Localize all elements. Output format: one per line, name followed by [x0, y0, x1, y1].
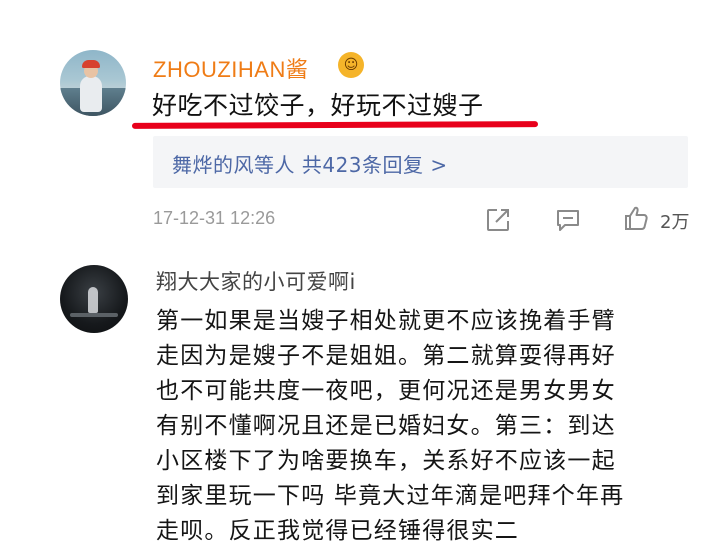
comment-text-line: 走因为是嫂子不是姐姐。第二就算耍得再好	[156, 343, 616, 369]
avatar[interactable]	[60, 265, 128, 333]
watermark-fade	[560, 520, 719, 558]
avatar[interactable]	[60, 50, 126, 116]
highlight-underline	[131, 121, 539, 129]
comment-text-line: 到家里玩一下吗 毕竟大过年滴是吧拜个年再	[156, 483, 625, 509]
comment-username[interactable]: ZHOUZIHAN酱	[153, 52, 308, 84]
comment-text-line: 有别不懂啊况且还是已婚妇女。第三：到达	[156, 413, 616, 439]
comment-text-line: 小区楼下了为啥要换车，关系好不应该一起	[156, 448, 616, 474]
comment-text: 好吃不过饺子，好玩不过嫂子	[152, 91, 484, 120]
replies-summary-link[interactable]: 舞烨的风等人 共423条回复 >	[172, 149, 448, 178]
comment-text-line: 也不可能共度一夜吧，更何况还是男女男女	[156, 378, 616, 404]
comment-icon[interactable]	[554, 206, 582, 234]
comment-text-line: 第一如果是当嫂子相处就更不应该挽着手臂	[156, 308, 616, 334]
emoji-face-icon: ☺	[338, 52, 364, 78]
thumbs-up-icon[interactable]	[622, 204, 650, 232]
comment-username[interactable]: 翔大大家的小可爱啊i	[156, 266, 356, 296]
comment-text-line: 走呗。反正我觉得已经锤得很实二	[156, 518, 519, 544]
comment-timestamp: 17-12-31 12:26	[153, 208, 276, 228]
share-icon[interactable]	[484, 206, 512, 234]
like-count: 2万	[660, 212, 690, 233]
